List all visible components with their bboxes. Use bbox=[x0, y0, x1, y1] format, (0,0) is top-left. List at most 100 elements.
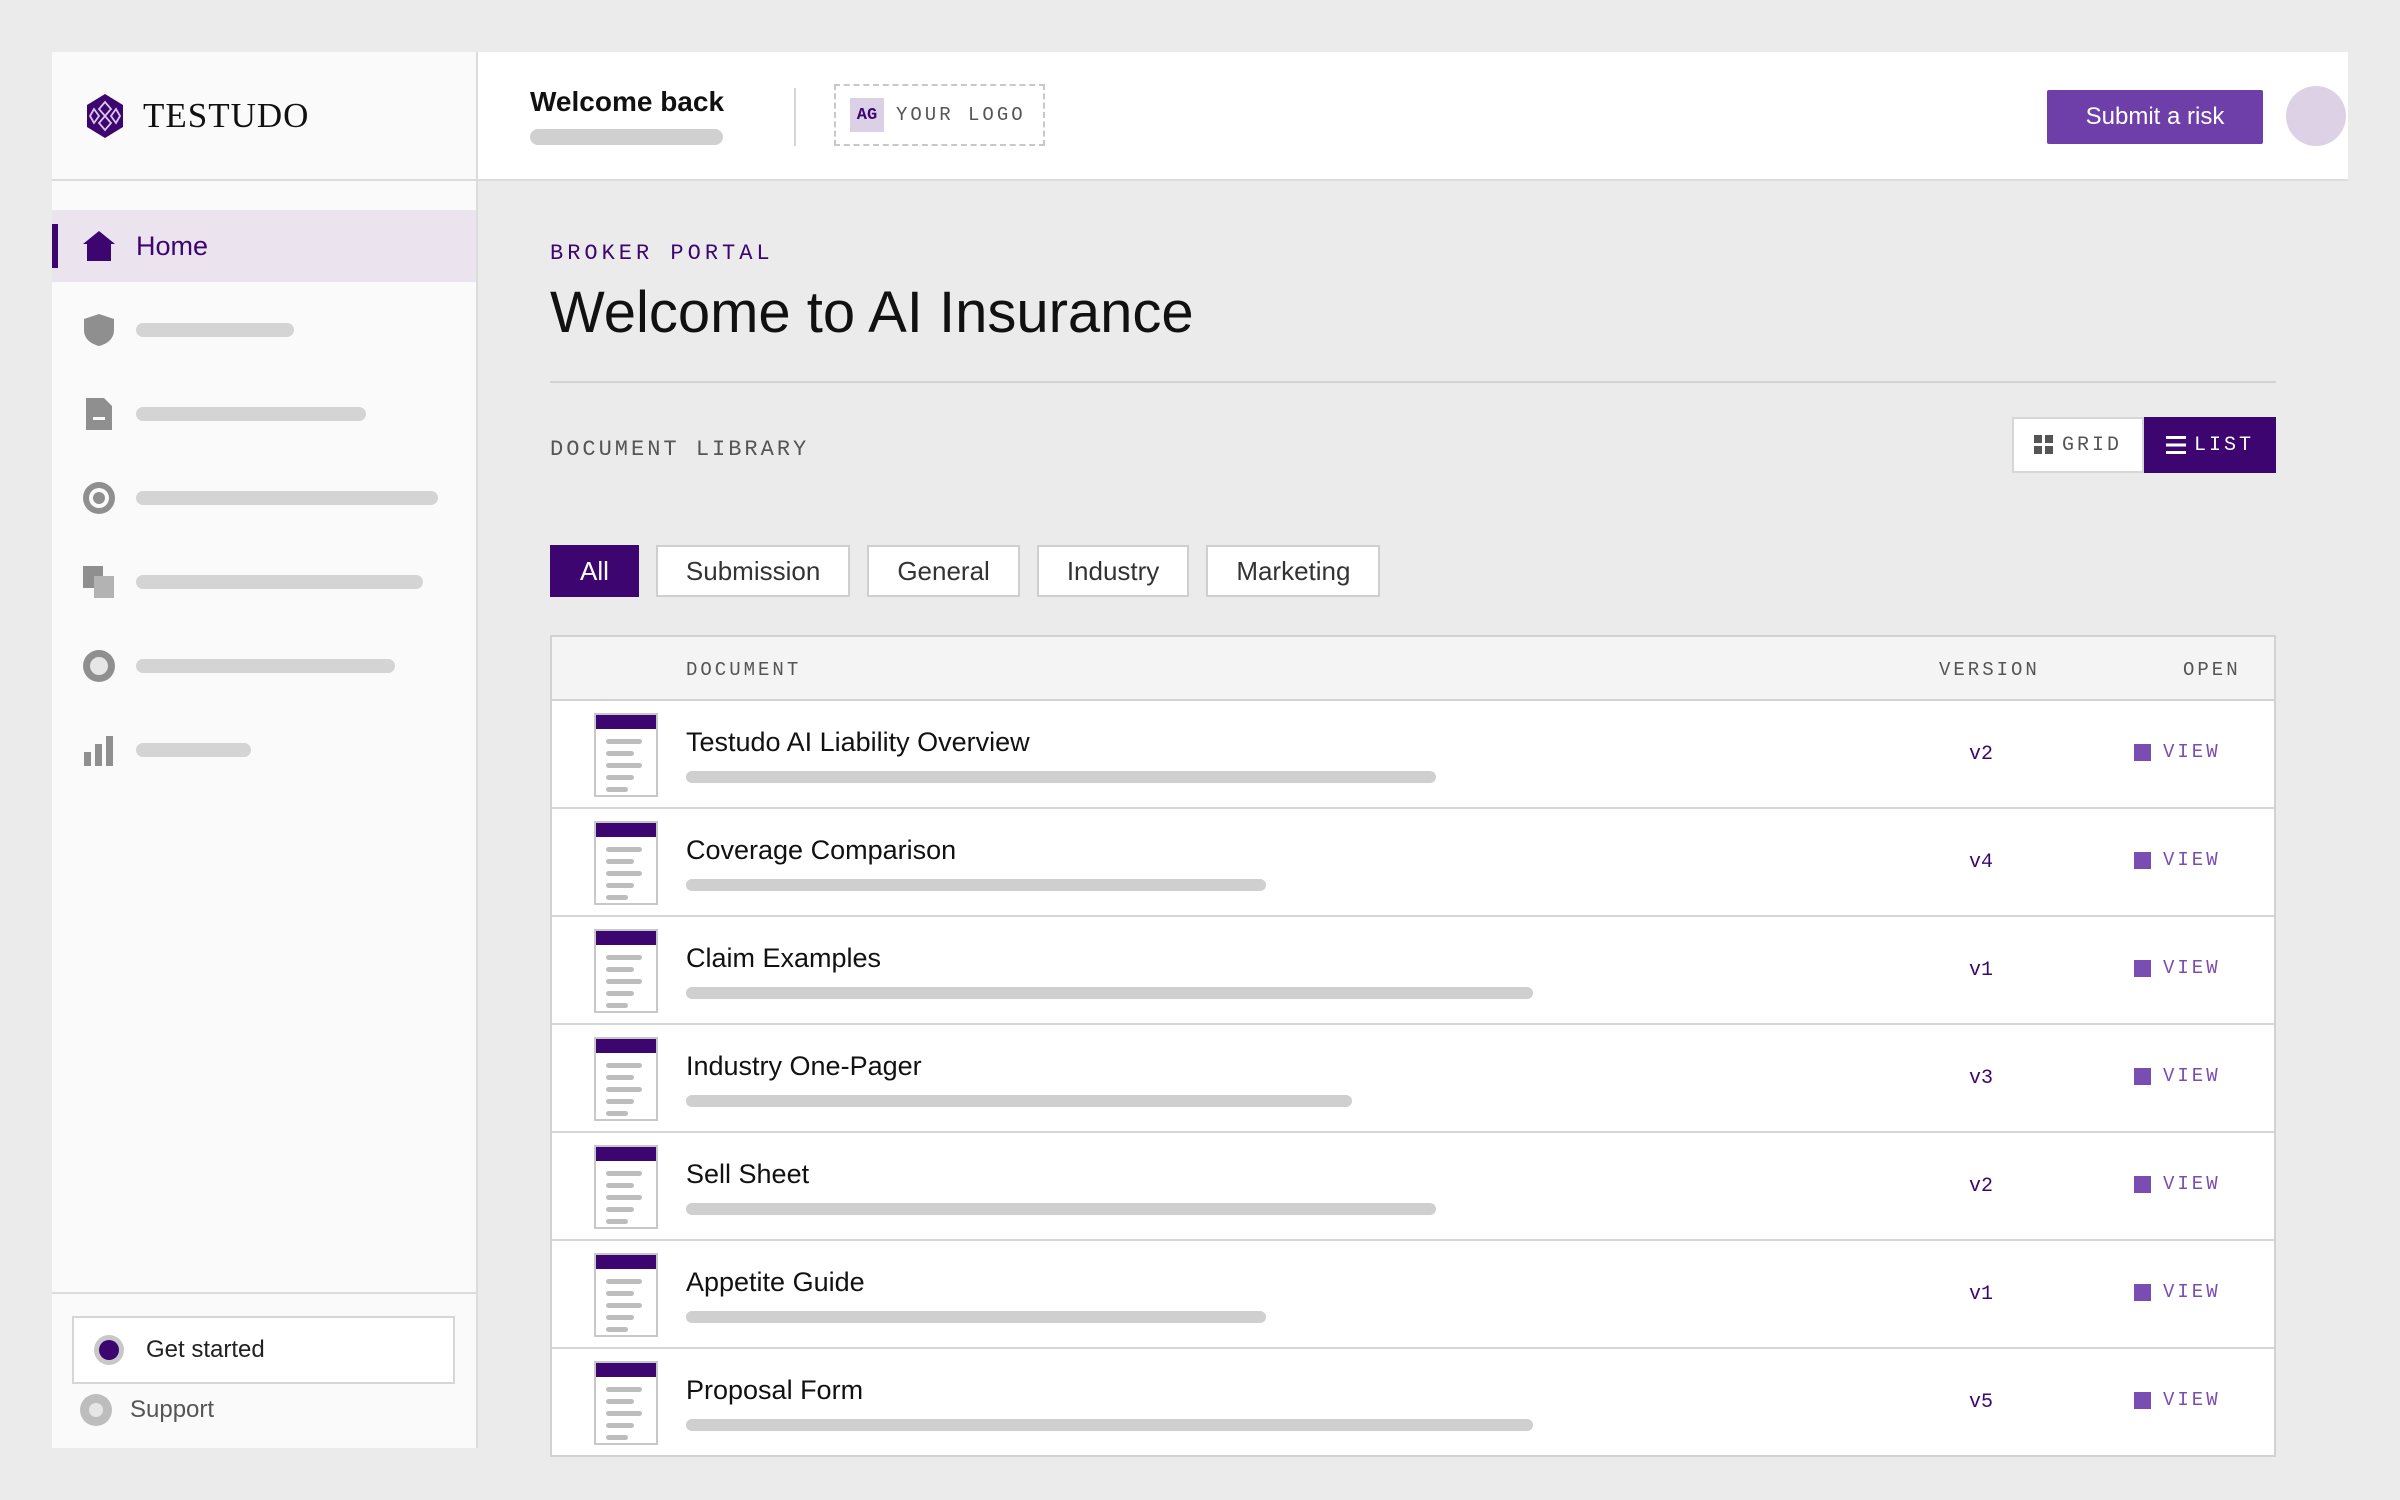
document-thumbnail-icon bbox=[594, 713, 658, 797]
grid-view-button[interactable]: GRID bbox=[2012, 417, 2144, 473]
table-row[interactable]: Proposal Form v5 VIEW bbox=[552, 1349, 2274, 1455]
document-title[interactable]: Appetite Guide bbox=[686, 1267, 865, 1298]
document-version: v1 bbox=[1969, 959, 1994, 982]
table-row[interactable]: Coverage Comparison v4 VIEW bbox=[552, 809, 2274, 917]
filter-chip-submission[interactable]: Submission bbox=[655, 545, 851, 597]
column-header-version: VERSION bbox=[1939, 659, 2040, 681]
view-label: VIEW bbox=[2163, 741, 2221, 763]
view-icon bbox=[2134, 1283, 2151, 1301]
sidebar-item-home[interactable]: Home bbox=[52, 210, 476, 282]
get-started-label: Get started bbox=[146, 1336, 265, 1363]
sidebar-item-copies[interactable] bbox=[52, 546, 476, 618]
get-started-button[interactable]: Get started bbox=[72, 1316, 455, 1384]
document-title[interactable]: Sell Sheet bbox=[686, 1159, 809, 1190]
logo-initials: AG bbox=[850, 98, 884, 132]
view-document-link[interactable]: VIEW bbox=[2134, 741, 2221, 763]
sidebar-item-reports[interactable] bbox=[52, 714, 476, 786]
document-title[interactable]: Coverage Comparison bbox=[686, 835, 956, 866]
document-title[interactable]: Proposal Form bbox=[686, 1375, 863, 1406]
sidebar-item-targets[interactable] bbox=[52, 462, 476, 534]
document-version: v2 bbox=[1969, 743, 1994, 766]
document-version: v4 bbox=[1969, 851, 1994, 874]
list-view-button[interactable]: LIST bbox=[2144, 417, 2276, 473]
page-title: Welcome to AI Insurance bbox=[550, 280, 1194, 345]
table-row[interactable]: Claim Examples v1 VIEW bbox=[552, 917, 2274, 1025]
table-row[interactable]: Sell Sheet v2 VIEW bbox=[552, 1133, 2274, 1241]
copy-icon bbox=[80, 563, 118, 601]
view-label: VIEW bbox=[2163, 1173, 2221, 1195]
list-icon bbox=[2165, 436, 2186, 454]
filter-chips: All Submission General Industry Marketin… bbox=[550, 545, 1397, 597]
document-thumbnail-icon bbox=[594, 821, 658, 905]
document-thumbnail-icon bbox=[594, 1253, 658, 1337]
filter-chip-industry[interactable]: Industry bbox=[1036, 545, 1190, 597]
document-table: DOCUMENT VERSION OPEN Testudo AI Liabili… bbox=[550, 635, 2276, 1457]
view-document-link[interactable]: VIEW bbox=[2134, 849, 2221, 871]
document-description-placeholder bbox=[686, 1311, 1266, 1323]
top-header: Welcome back AG YOUR LOGO Submit a risk bbox=[478, 52, 2348, 181]
document-description-placeholder bbox=[686, 987, 1533, 999]
sidebar-item-coverage[interactable] bbox=[52, 294, 476, 366]
section-label: DOCUMENT LIBRARY bbox=[550, 437, 810, 462]
view-label: VIEW bbox=[2163, 957, 2221, 979]
document-version: v1 bbox=[1969, 1283, 1994, 1306]
sidebar-item-label-placeholder bbox=[136, 659, 395, 673]
list-view-label: LIST bbox=[2193, 433, 2254, 457]
filter-chip-all[interactable]: All bbox=[550, 545, 639, 597]
testudo-logo-icon bbox=[87, 93, 123, 138]
document-description-placeholder bbox=[686, 879, 1266, 891]
brand[interactable]: TESTUDO bbox=[52, 52, 476, 181]
sidebar-nav: Home bbox=[52, 181, 476, 786]
view-document-link[interactable]: VIEW bbox=[2134, 957, 2221, 979]
view-icon bbox=[2134, 851, 2151, 869]
avatar[interactable] bbox=[2286, 86, 2346, 146]
table-row[interactable]: Appetite Guide v1 VIEW bbox=[552, 1241, 2274, 1349]
header-divider bbox=[794, 88, 796, 146]
sidebar-item-label-placeholder bbox=[136, 491, 438, 505]
support-icon bbox=[80, 1394, 112, 1426]
view-icon bbox=[2134, 743, 2151, 761]
support-label: Support bbox=[130, 1396, 215, 1423]
table-body: Testudo AI Liability Overview v2 VIEW Co… bbox=[552, 701, 2274, 1455]
table-row[interactable]: Testudo AI Liability Overview v2 VIEW bbox=[552, 701, 2274, 809]
view-document-link[interactable]: VIEW bbox=[2134, 1281, 2221, 1303]
grid-icon bbox=[2033, 435, 2053, 454]
view-label: VIEW bbox=[2163, 849, 2221, 871]
document-title[interactable]: Testudo AI Liability Overview bbox=[686, 727, 1030, 758]
filter-chip-general[interactable]: General bbox=[867, 545, 1020, 597]
sidebar-item-label-placeholder bbox=[136, 743, 251, 757]
progress-dot-icon bbox=[94, 1335, 124, 1365]
view-icon bbox=[2134, 959, 2151, 977]
table-row[interactable]: Industry One-Pager v3 VIEW bbox=[552, 1025, 2274, 1133]
support-link[interactable]: Support bbox=[80, 1394, 214, 1426]
filter-chip-marketing[interactable]: Marketing bbox=[1206, 545, 1381, 597]
welcome-heading: Welcome back bbox=[530, 86, 725, 117]
sidebar-footer: Get started Support bbox=[52, 1292, 476, 1448]
user-name-placeholder bbox=[530, 129, 723, 145]
brand-name: TESTUDO bbox=[143, 95, 310, 135]
partner-logo-placeholder[interactable]: AG YOUR LOGO bbox=[834, 84, 1045, 146]
document-version: v3 bbox=[1969, 1067, 1994, 1090]
home-icon bbox=[80, 227, 118, 265]
sidebar-item-label-placeholder bbox=[136, 407, 366, 421]
document-thumbnail-icon bbox=[594, 1361, 658, 1445]
sidebar-item-circle[interactable] bbox=[52, 630, 476, 702]
document-title[interactable]: Claim Examples bbox=[686, 943, 881, 974]
view-icon bbox=[2134, 1391, 2151, 1409]
bar-chart-icon bbox=[80, 731, 118, 769]
document-version: v5 bbox=[1969, 1391, 1994, 1414]
view-icon bbox=[2134, 1175, 2151, 1193]
title-divider bbox=[550, 381, 2276, 383]
column-header-document: DOCUMENT bbox=[686, 659, 802, 681]
grid-view-label: GRID bbox=[2061, 433, 2122, 457]
view-document-link[interactable]: VIEW bbox=[2134, 1065, 2221, 1087]
sidebar-item-label-placeholder bbox=[136, 575, 423, 589]
submit-risk-button[interactable]: Submit a risk bbox=[2047, 90, 2263, 144]
page-eyebrow: BROKER PORTAL bbox=[550, 241, 774, 266]
document-title[interactable]: Industry One-Pager bbox=[686, 1051, 922, 1082]
sidebar-item-label-placeholder bbox=[136, 323, 294, 337]
view-document-link[interactable]: VIEW bbox=[2134, 1173, 2221, 1195]
sidebar-item-documents[interactable] bbox=[52, 378, 476, 450]
view-icon bbox=[2134, 1067, 2151, 1085]
view-document-link[interactable]: VIEW bbox=[2134, 1389, 2221, 1411]
